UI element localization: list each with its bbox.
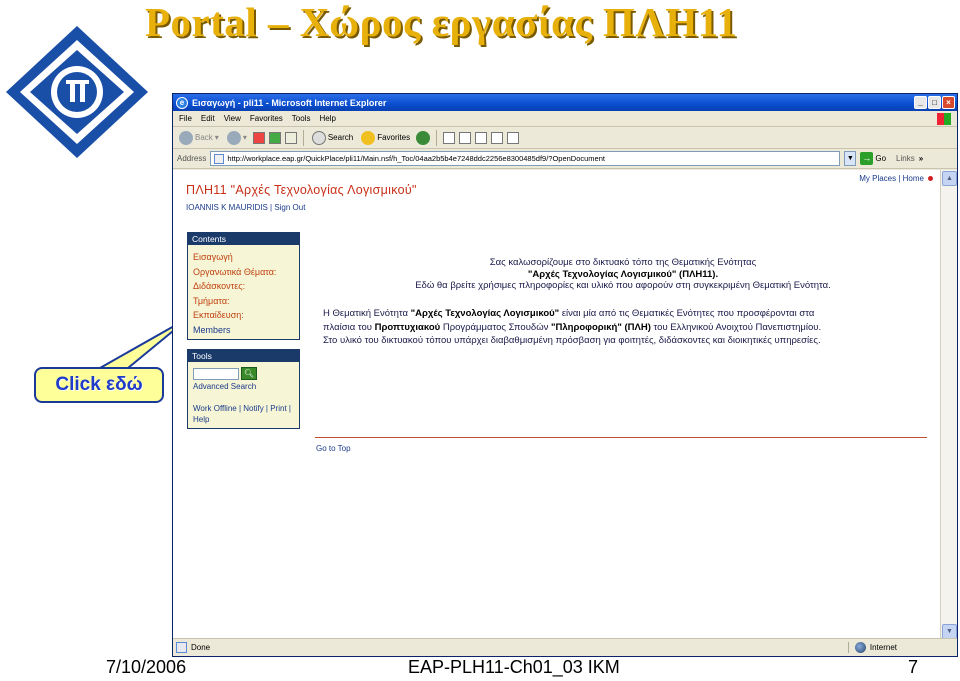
ie-icon: e bbox=[176, 96, 188, 109]
toolbar: Back ▾ ▾ Search Favorites bbox=[173, 127, 957, 149]
address-input[interactable]: http://workplace.eap.gr/QuickPlace/pli11… bbox=[210, 151, 841, 166]
status-dot-icon bbox=[928, 176, 933, 181]
search-button[interactable]: Search bbox=[310, 130, 355, 145]
search-icon bbox=[311, 130, 326, 145]
status-bar: Done Internet bbox=[173, 638, 957, 656]
quickplace-title: ΠΛΗ11 "Αρχές Τεχνολογίας Λογισμικού" bbox=[186, 183, 417, 197]
nav-item-members[interactable]: Members bbox=[193, 323, 294, 338]
nav-item-instructors[interactable]: Διδάσκοντες: bbox=[193, 279, 294, 294]
nav-item-organizational[interactable]: Οργανωτικά Θέματα: bbox=[193, 265, 294, 280]
tool-links-row[interactable]: Work Offline | Notify | Print | bbox=[193, 404, 294, 415]
page-icon bbox=[214, 154, 225, 164]
content-divider bbox=[315, 437, 927, 438]
home-icon[interactable] bbox=[284, 131, 297, 144]
address-dropdown[interactable]: ▼ bbox=[844, 151, 857, 166]
back-arrow-icon bbox=[179, 130, 193, 145]
messenger-icon[interactable] bbox=[507, 131, 520, 144]
nav-item-intro[interactable]: Εισαγωγή bbox=[193, 250, 294, 265]
user-signout-line[interactable]: IOANNIS K MAURIDIS | Sign Out bbox=[186, 203, 305, 212]
mail-icon[interactable] bbox=[443, 131, 456, 144]
globe-icon bbox=[854, 642, 866, 653]
print-icon[interactable] bbox=[459, 131, 472, 144]
search-go-button[interactable]: 🔍︎ bbox=[241, 367, 257, 380]
windows-flag-icon bbox=[937, 112, 951, 125]
status-text: Done bbox=[191, 643, 211, 652]
contents-header: Contents bbox=[188, 233, 299, 245]
contents-panel: Contents Εισαγωγή Οργανωτικά Θέματα: Διδ… bbox=[187, 232, 300, 340]
menu-help[interactable]: Help bbox=[319, 114, 335, 123]
vertical-scrollbar[interactable]: ▲ ▼ bbox=[940, 170, 957, 640]
menu-file[interactable]: File bbox=[179, 114, 192, 123]
maximize-button[interactable]: □ bbox=[928, 96, 941, 109]
click-here-callout: Click εδώ bbox=[34, 367, 164, 403]
slide-title: Portal – Χώρος εργασίας ΠΛΗ11 bbox=[145, 0, 738, 45]
search-input[interactable] bbox=[193, 367, 239, 380]
my-places-links[interactable]: My Places | Home bbox=[859, 174, 933, 183]
edit-icon[interactable] bbox=[475, 131, 488, 144]
window-titlebar[interactable]: e Εισαγωγή - pli11 - Microsoft Internet … bbox=[173, 94, 957, 111]
stop-icon[interactable] bbox=[252, 131, 265, 144]
page-done-icon bbox=[176, 642, 187, 653]
menu-view[interactable]: View bbox=[224, 114, 241, 123]
chevron-right-icon[interactable]: » bbox=[919, 154, 923, 163]
security-zone: Internet bbox=[847, 642, 897, 653]
go-to-top-link[interactable]: Go to Top bbox=[316, 444, 351, 453]
welcome-text: Σας καλωσορίζουμε στο δικτυακό τόπο της … bbox=[415, 257, 831, 291]
address-label: Address bbox=[177, 154, 207, 163]
forward-button[interactable]: ▾ bbox=[225, 130, 249, 145]
footer-page-number: 7 bbox=[908, 657, 919, 677]
discuss-icon[interactable] bbox=[491, 131, 504, 144]
nav-item-education[interactable]: Εκπαίδευση: bbox=[193, 308, 294, 323]
scroll-down-button[interactable]: ▼ bbox=[942, 624, 957, 639]
go-button[interactable]: → Go bbox=[860, 152, 886, 165]
advanced-search-link[interactable]: Advanced Search bbox=[193, 382, 294, 391]
back-button[interactable]: Back ▾ bbox=[177, 130, 221, 145]
close-button[interactable]: × bbox=[942, 96, 955, 109]
intro-paragraph: Η Θεματική Ενότητα "Αρχές Τεχνολογίας Λο… bbox=[323, 308, 822, 346]
forward-arrow-icon bbox=[226, 130, 241, 145]
menu-bar: File Edit View Favorites Tools Help bbox=[173, 111, 957, 127]
menu-edit[interactable]: Edit bbox=[201, 114, 215, 123]
address-bar: Address http://workplace.eap.gr/QuickPla… bbox=[173, 149, 957, 169]
browser-window: e Εισαγωγή - pli11 - Microsoft Internet … bbox=[172, 93, 958, 657]
tools-panel: Tools 🔍︎ Advanced Search Work Offline | … bbox=[187, 349, 300, 429]
window-title: Εισαγωγή - pli11 - Microsoft Internet Ex… bbox=[192, 97, 387, 108]
tools-header: Tools bbox=[188, 350, 299, 362]
footer-course-code: EAP-PLH11-Ch01_03 IKM bbox=[408, 657, 620, 677]
links-button[interactable]: Links bbox=[896, 154, 915, 163]
help-link[interactable]: Help bbox=[193, 415, 294, 426]
menu-tools[interactable]: Tools bbox=[292, 114, 311, 123]
go-arrow-icon: → bbox=[860, 152, 874, 165]
history-icon[interactable] bbox=[416, 130, 431, 145]
minimize-button[interactable]: _ bbox=[914, 96, 927, 109]
star-icon bbox=[361, 130, 376, 145]
eap-logo-icon bbox=[6, 26, 148, 158]
menu-favorites[interactable]: Favorites bbox=[250, 114, 283, 123]
page-content: My Places | Home ΠΛΗ11 "Αρχές Τεχνολογία… bbox=[173, 170, 941, 640]
favorites-button[interactable]: Favorites bbox=[359, 130, 412, 145]
nav-item-departments[interactable]: Τμήματα: bbox=[193, 294, 294, 309]
refresh-icon[interactable] bbox=[268, 131, 281, 144]
footer-date: 7/10/2006 bbox=[106, 657, 187, 677]
scroll-up-button[interactable]: ▲ bbox=[942, 171, 957, 186]
